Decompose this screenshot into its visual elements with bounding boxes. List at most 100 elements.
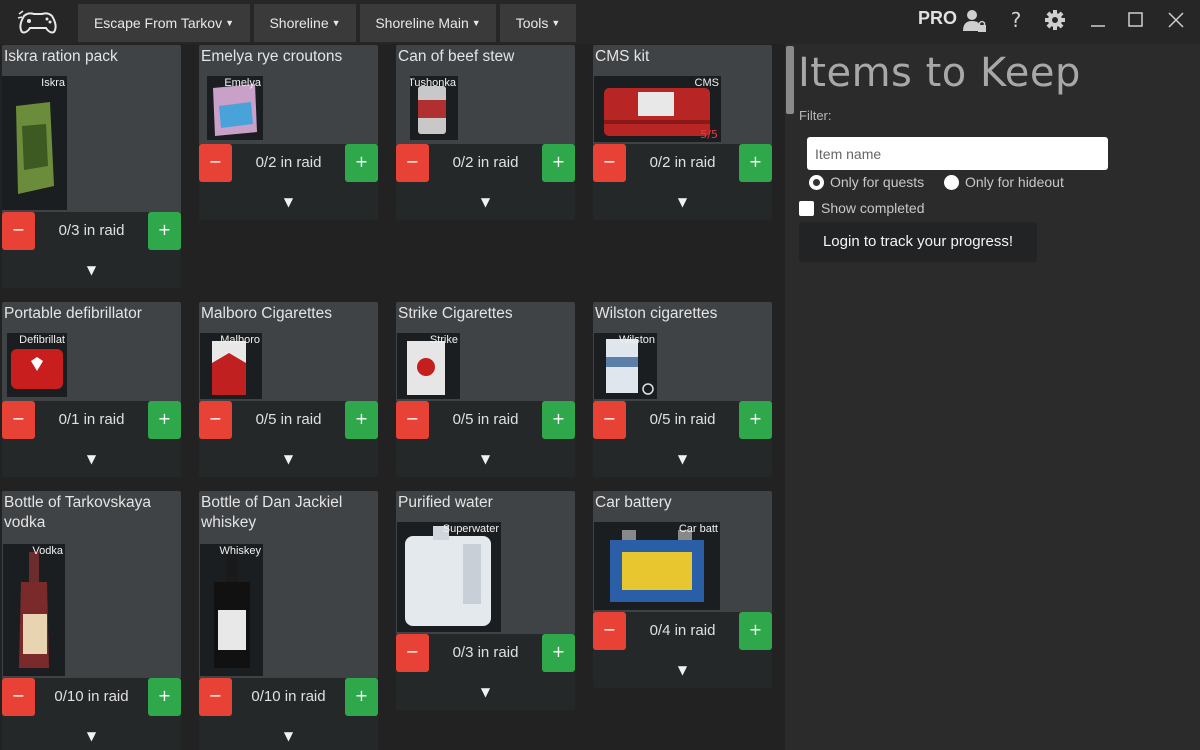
expand-toggle[interactable]: ▼ [593,188,772,216]
decrement-button[interactable]: − [2,678,35,716]
radio-quests-label: Only for quests [830,174,925,190]
decrement-button[interactable]: − [2,401,35,439]
item-uses: 5/5 [700,128,718,141]
increment-button[interactable]: + [739,612,772,650]
radio-only-hideout[interactable]: Only for hideout [944,174,1064,194]
menu-map[interactable]: Shoreline ▼ [254,4,356,42]
item-name: CMS kit [595,48,650,65]
increment-button[interactable]: + [542,144,575,182]
decrement-button[interactable]: − [396,634,429,672]
expand-toggle[interactable]: ▼ [199,722,378,750]
increment-button[interactable]: + [148,212,181,250]
checkbox[interactable] [799,201,814,216]
expand-toggle[interactable]: ▼ [593,445,772,473]
pro-badge[interactable]: PRO [918,8,957,29]
expand-toggle[interactable]: ▼ [593,656,772,684]
decrement-button[interactable]: − [396,401,429,439]
expand-toggle[interactable]: ▼ [2,445,181,473]
increment-button[interactable]: + [345,678,378,716]
decrement-button[interactable]: − [593,144,626,182]
item-name: Portable defibrillator [4,305,142,322]
close-icon[interactable] [1162,6,1190,34]
increment-button[interactable]: + [345,401,378,439]
menu-map-area[interactable]: Shoreline Main ▼ [360,4,496,42]
item-name: Car battery [595,494,672,511]
item-short-name: Vodka [32,545,63,557]
item-name-filter-input[interactable] [807,137,1108,170]
item-counter: − 0/2 in raid + ▼ [593,144,772,220]
item-card: Emelya rye croutons Emelya − 0/2 in raid… [199,45,378,220]
menu-tools[interactable]: Tools ▼ [500,4,576,42]
item-short-name: Strike [429,334,458,346]
increment-button[interactable]: + [542,634,575,672]
item-card: Strike Cigarettes Strike − 0/5 in raid +… [396,302,575,477]
expand-toggle[interactable]: ▼ [396,188,575,216]
show-completed-checkbox[interactable]: Show completed [799,200,925,216]
item-counter: − 0/1 in raid + ▼ [2,401,181,477]
expand-toggle[interactable]: ▼ [199,445,378,473]
radio-button[interactable] [944,175,959,190]
item-card: Iskra ration pack Iskra − 0/3 in raid + … [2,45,181,288]
item-count: 0/5 in raid [452,411,519,428]
gear-icon[interactable] [1041,6,1069,34]
expand-toggle[interactable]: ▼ [396,678,575,706]
decrement-button[interactable]: − [593,612,626,650]
decrement-button[interactable]: − [199,401,232,439]
title-bar: Escape From Tarkov ▼ Shoreline ▼ Shoreline… [0,0,1200,44]
menu-game[interactable]: Escape From Tarkov ▼ [78,4,250,42]
item-short-name: Tushonka [410,77,456,89]
item-counter: − 0/2 in raid + ▼ [396,144,575,220]
decrement-button[interactable]: − [2,212,35,250]
chevron-down-icon: ▼ [471,18,481,28]
decrement-button[interactable]: − [199,144,232,182]
expand-toggle[interactable]: ▼ [2,256,181,284]
decrement-button[interactable]: − [199,678,232,716]
item-count: 0/2 in raid [255,154,322,171]
maximize-icon[interactable] [1122,6,1150,34]
item-short-name: CMS [694,77,719,89]
item-counter: − 0/5 in raid + ▼ [199,401,378,477]
decrement-button[interactable]: − [396,144,429,182]
user-lock-icon[interactable] [960,6,988,34]
increment-button[interactable]: + [542,401,575,439]
show-completed-label: Show completed [821,200,925,216]
help-icon[interactable]: ? [1002,6,1030,34]
item-name: Bottle of Tarkovskaya vodka [4,494,152,531]
scrollbar-thumb[interactable] [786,46,794,114]
gamepad-logo-icon[interactable] [14,6,62,38]
item-count: 0/2 in raid [649,154,716,171]
increment-button[interactable]: + [345,144,378,182]
increment-button[interactable]: + [148,401,181,439]
item-short-name: Wilston [618,334,655,346]
chevron-down-icon: ▼ [551,18,561,28]
radio-only-quests[interactable]: Only for quests [809,174,924,194]
item-counter: − 0/5 in raid + ▼ [593,401,772,477]
item-count: 0/2 in raid [452,154,519,171]
decrement-button[interactable]: − [593,401,626,439]
item-image: Wilston [594,333,657,399]
increment-button[interactable]: + [148,678,181,716]
increment-button[interactable]: + [739,144,772,182]
item-counter: − 0/3 in raid + ▼ [396,634,575,710]
item-card: CMS kit CMS 5/5 − 0/2 in raid + ▼ [593,45,772,220]
menu-tools-label: Tools [515,15,549,31]
expand-toggle[interactable]: ▼ [199,188,378,216]
radio-button-checked[interactable] [809,175,824,190]
chevron-down-icon: ▼ [331,18,341,28]
item-image: Tushonka [410,76,458,140]
item-counter: − 0/3 in raid + ▼ [2,212,181,288]
login-button[interactable]: Login to track your progress! [799,222,1037,262]
item-short-name: Defibrillat [19,334,65,346]
item-short-name: Superwater [442,523,499,535]
minimize-icon[interactable] [1084,6,1112,34]
item-name: Bottle of Dan Jackiel whiskey [201,494,343,531]
expand-toggle[interactable]: ▼ [396,445,575,473]
grid-scrollbar[interactable] [785,44,795,750]
item-image: Iskra [2,76,67,210]
item-card: Car battery Car batt − 0/4 in raid + ▼ [593,491,772,688]
chevron-down-icon: ▼ [225,18,235,28]
item-image: Strike [397,333,460,399]
increment-button[interactable]: + [739,401,772,439]
item-image: Whiskey [200,544,263,676]
expand-toggle[interactable]: ▼ [2,722,181,750]
